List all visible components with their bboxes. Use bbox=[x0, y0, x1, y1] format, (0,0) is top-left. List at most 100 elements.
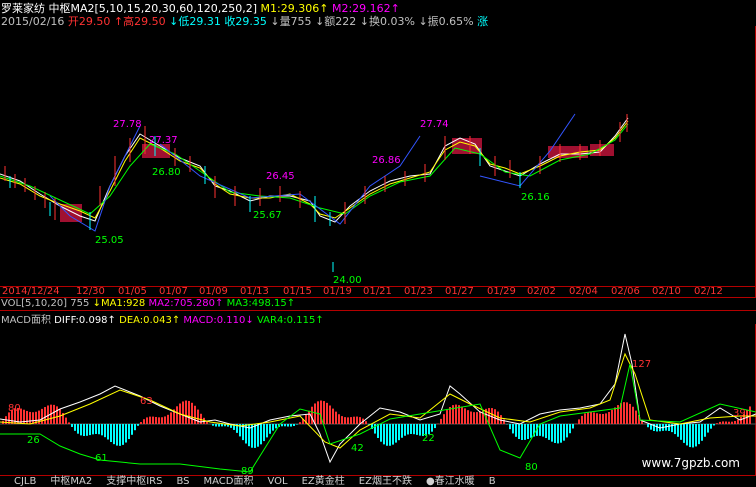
macd-bar bbox=[167, 414, 169, 424]
indicator-tab[interactable]: MACD面积 bbox=[190, 476, 254, 487]
price-label: 26.45 bbox=[266, 171, 295, 182]
macd-label-value: 63 bbox=[140, 396, 153, 407]
macd-bar bbox=[446, 410, 448, 424]
macd-bar bbox=[176, 406, 178, 424]
indicator-tab[interactable]: 支撑中枢IRS bbox=[92, 476, 162, 487]
macd-bar bbox=[98, 424, 100, 435]
macd-bar bbox=[383, 424, 385, 445]
macd-bar bbox=[683, 424, 685, 443]
macd-bar bbox=[566, 424, 568, 438]
macd-bar bbox=[293, 424, 295, 427]
down-arrow-icon: ↓ bbox=[92, 298, 101, 309]
macd-bar bbox=[686, 424, 688, 446]
macd-bar bbox=[695, 424, 697, 447]
macd-bar bbox=[92, 424, 94, 435]
macd-bar bbox=[581, 415, 583, 424]
macd-bar bbox=[347, 417, 349, 424]
macd-bar bbox=[338, 414, 340, 424]
macd-bar bbox=[215, 424, 217, 427]
macd-bar bbox=[470, 411, 472, 424]
macd-bar bbox=[80, 424, 82, 436]
macd-bar bbox=[95, 424, 97, 434]
macd-bar bbox=[200, 413, 202, 424]
up-arrow-icon: ↑ bbox=[215, 298, 224, 309]
macd-bar bbox=[149, 416, 151, 424]
candlestick-chart[interactable]: 27.78 27.37 26.80 25.05 26.45 25.67 24.0… bbox=[0, 26, 756, 288]
macd-bar bbox=[284, 424, 286, 427]
macd-bar bbox=[473, 412, 475, 424]
macd-bar bbox=[494, 409, 496, 424]
macd-bar bbox=[140, 422, 142, 424]
macd-bar bbox=[398, 424, 400, 441]
macd-bar bbox=[563, 424, 565, 441]
date-tick-label: 01/05 bbox=[118, 286, 147, 297]
date-tick-label: 02/10 bbox=[652, 286, 681, 297]
macd-bar bbox=[26, 410, 28, 424]
macd-bar bbox=[389, 424, 391, 446]
macd-bar bbox=[263, 424, 265, 442]
vol-label[interactable]: VOL[5,10,20] bbox=[1, 298, 67, 309]
macd-bar bbox=[275, 424, 277, 429]
indicator-tab[interactable]: CJLB bbox=[0, 476, 36, 487]
macd-bar bbox=[635, 410, 637, 424]
macd-label-value: 26 bbox=[27, 435, 40, 446]
macd-bar bbox=[71, 424, 73, 427]
macd-bar bbox=[677, 424, 679, 437]
vol-ma2: MA2:705.280 bbox=[148, 298, 215, 309]
macd-bar bbox=[431, 424, 433, 432]
price-label: 25.67 bbox=[253, 210, 282, 221]
macd-bar bbox=[56, 406, 58, 424]
macd-bar bbox=[707, 424, 709, 433]
date-tick-label: 01/27 bbox=[445, 286, 474, 297]
macd-bar bbox=[107, 424, 109, 440]
indicator-tab[interactable]: B bbox=[475, 476, 496, 487]
macd-bar bbox=[719, 421, 721, 424]
macd-bar bbox=[509, 424, 511, 430]
indicator-tab[interactable]: VOL bbox=[254, 476, 288, 487]
macd-bar bbox=[734, 420, 736, 424]
macd-bar bbox=[188, 400, 190, 424]
macd-bar bbox=[605, 413, 607, 424]
macd-bar bbox=[611, 409, 613, 424]
macd-bar bbox=[464, 408, 466, 424]
date-tick-label: 01/29 bbox=[487, 286, 516, 297]
macd-bar bbox=[65, 417, 67, 424]
macd-label-value: 22 bbox=[422, 433, 435, 444]
macd-label-value: 42 bbox=[351, 443, 364, 454]
macd-bar bbox=[296, 424, 298, 425]
indicator-tab[interactable]: BS bbox=[162, 476, 189, 487]
indicator-tab[interactable]: 中枢MA2 bbox=[36, 476, 92, 487]
macd-bar bbox=[260, 424, 262, 445]
macd-bar bbox=[89, 424, 91, 436]
macd-bar bbox=[221, 424, 223, 427]
macd-chart[interactable]: 80 63 26 61 89 42 22 80 127 39 bbox=[0, 324, 756, 476]
macd-bar bbox=[194, 405, 196, 424]
date-tick-label: 01/15 bbox=[283, 286, 312, 297]
indicator-tab[interactable]: ●春江水暖 bbox=[412, 476, 475, 487]
macd-label-value: 89 bbox=[241, 466, 254, 476]
macd-bar bbox=[332, 408, 334, 424]
macd-bar bbox=[416, 424, 418, 435]
macd-bar bbox=[137, 424, 139, 426]
macd-bar bbox=[386, 424, 388, 446]
indicator-tab[interactable]: EZ烟王不跌 bbox=[345, 476, 412, 487]
stock-chart-window: 罗莱家纺 中枢MA2[5,10,15,20,30,60,120,250,2] M… bbox=[0, 0, 756, 487]
macd-bar bbox=[440, 418, 442, 424]
indicator-tab[interactable]: EZ黄金柱 bbox=[288, 476, 345, 487]
macd-bar bbox=[41, 408, 43, 424]
macd-bar bbox=[434, 424, 436, 429]
macd-bar bbox=[314, 403, 316, 424]
date-tick-label: 01/09 bbox=[199, 286, 228, 297]
macd-bar bbox=[125, 424, 127, 443]
macd-bar bbox=[554, 424, 556, 443]
macd-bar bbox=[113, 424, 115, 445]
macd-bar bbox=[701, 424, 703, 441]
macd-bar bbox=[515, 424, 517, 437]
macd-bar bbox=[698, 424, 700, 445]
macd-bar bbox=[545, 424, 547, 439]
macd-bar bbox=[689, 424, 691, 448]
macd-bar bbox=[311, 406, 313, 424]
macd-bar bbox=[191, 402, 193, 424]
macd-bar bbox=[353, 416, 355, 424]
macd-bar bbox=[158, 417, 160, 424]
